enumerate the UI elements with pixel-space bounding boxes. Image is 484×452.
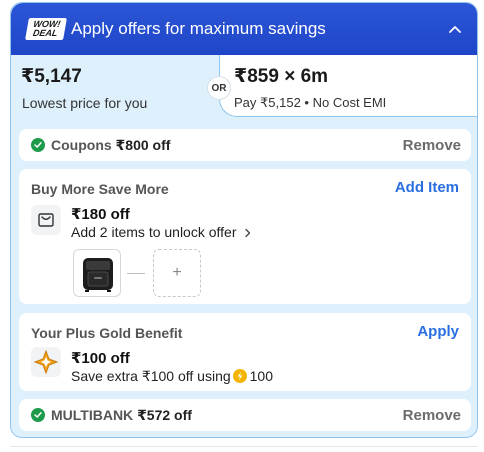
- wow-deal-logo: WOW! DEAL: [25, 18, 67, 40]
- plus-gold-section: Your Plus Gold Benefit Apply ₹100 off Sa…: [19, 313, 471, 391]
- lowest-price: ₹5,147: [21, 66, 82, 87]
- emi-option[interactable]: ₹859 × 6m Pay ₹5,152 • No Cost EMI: [219, 55, 477, 117]
- plus-icon-tile: [31, 347, 61, 377]
- plus-icon: +: [172, 264, 182, 281]
- plus-gold-coins: 100: [249, 368, 273, 384]
- multibank-remove-button[interactable]: Remove: [403, 407, 461, 424]
- offers-card: WOW! DEAL Apply offers for maximum savin…: [10, 2, 478, 438]
- plus-gold-amount: ₹100 off: [71, 350, 130, 367]
- chevron-up-icon[interactable]: [447, 22, 463, 36]
- coupons-remove-button[interactable]: Remove: [403, 137, 461, 154]
- check-circle-icon: [31, 408, 45, 422]
- buy-more-save-more-section: Buy More Save More Add Item ₹180 off Add…: [19, 169, 471, 304]
- plus-gold-star-icon: [33, 349, 59, 375]
- lowest-price-option[interactable]: ₹5,147 Lowest price for you: [11, 55, 219, 117]
- lowest-price-label: Lowest price for you: [22, 95, 148, 111]
- chevron-right-icon: [245, 228, 251, 238]
- plus-gold-subtitle: Save extra ₹100 off using: [71, 368, 231, 384]
- wow-badge-line2: DEAL: [32, 28, 59, 38]
- air-fryer-thumbnail[interactable]: [73, 249, 121, 297]
- apply-button[interactable]: Apply: [417, 323, 459, 340]
- bag-icon-tile: [31, 205, 61, 235]
- add-item-slot[interactable]: +: [153, 249, 201, 297]
- supercoin-icon: [232, 369, 247, 383]
- plus-gold-subtitle-row: Save extra ₹100 off using 100: [71, 368, 273, 385]
- air-fryer-image: [83, 258, 113, 292]
- coupons-amount: ₹800 off: [115, 137, 171, 153]
- header-title: Apply offers for maximum savings: [71, 19, 326, 38]
- coupons-row: Coupons ₹800 off Remove: [19, 129, 471, 161]
- add-item-button[interactable]: Add Item: [395, 179, 459, 196]
- multibank-amount: ₹572 off: [137, 407, 192, 423]
- buy-more-subtitle-row[interactable]: Add 2 items to unlock offer: [71, 224, 253, 240]
- plus-gold-title: Your Plus Gold Benefit: [31, 325, 183, 341]
- check-circle-icon: [31, 138, 45, 152]
- multibank-row: MULTIBANK ₹572 off Remove: [19, 399, 471, 431]
- coupons-text: Coupons ₹800 off: [51, 137, 170, 154]
- emi-label: Pay ₹5,152 • No Cost EMI: [234, 95, 387, 110]
- or-badge: OR: [207, 76, 231, 100]
- multibank-text: MULTIBANK ₹572 off: [51, 407, 192, 424]
- next-card-edge: [10, 446, 478, 452]
- bag-icon: [38, 213, 54, 227]
- buy-more-amount: ₹180 off: [71, 206, 130, 223]
- emi-price: ₹859 × 6m: [234, 66, 329, 87]
- coupons-label: Coupons: [51, 137, 112, 153]
- connector-line: [127, 273, 145, 274]
- multibank-label: MULTIBANK: [51, 407, 134, 423]
- buy-more-subtitle: Add 2 items to unlock offer: [71, 224, 237, 240]
- buy-more-title: Buy More Save More: [31, 181, 169, 197]
- offers-header[interactable]: WOW! DEAL Apply offers for maximum savin…: [11, 3, 477, 55]
